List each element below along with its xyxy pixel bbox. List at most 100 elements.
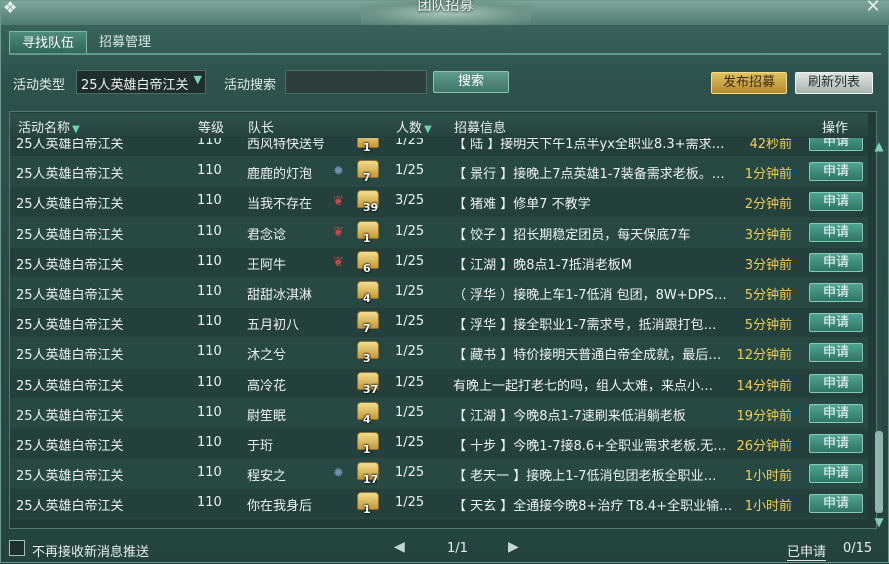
table-row[interactable]: 25人英雄白帝江关 110 西风特快送号 1 1/25 【 陆 】接明天下午1点半yx全职… — [10, 138, 868, 158]
no-push-checkbox[interactable] — [9, 540, 25, 556]
leader-badges: ✹ 17 — [333, 461, 389, 487]
leader-name: 你在我身后 — [247, 499, 313, 515]
post-time: 1小时前 — [744, 499, 792, 515]
crown-level: 4 — [363, 291, 371, 305]
tab-find-team[interactable]: 寻找队伍 — [9, 31, 88, 54]
table-rows: 25人英雄白帝江关 110 西风特快送号 1 1/25 【 陆 】接明天下午1点半yx全职… — [10, 138, 868, 520]
member-count: 1/25 — [395, 344, 425, 360]
level: 110 — [197, 465, 222, 481]
recruit-window: ❖ 团队招募 ✕ 寻找队伍 招募管理 活动类型 25人英雄白帝江关 ▼ 活动搜索… — [0, 0, 889, 563]
table-header: 活动名称 ▼ 等级 队长 人数 ▼ 招募信息 操作 — [10, 113, 868, 137]
crown-level: 17 — [363, 473, 379, 487]
crown-level: 1 — [363, 141, 371, 154]
leader-name: 于珩 — [247, 438, 274, 454]
table-row[interactable]: 25人英雄白帝江关 110 程安之 ✹ 17 1/25 【 老天一 】接晚上1-7低消包团老… — [10, 459, 868, 490]
sect-wings-icon: ❦ — [333, 224, 344, 240]
table-row[interactable]: 25人英雄白帝江关 110 沐之兮 3 1/25 【 藏书 】特价接明天普通白帝全成就，最… — [10, 338, 868, 369]
publish-recruit-button[interactable]: 发布招募 — [711, 72, 787, 94]
apply-button[interactable]: 申请 — [809, 192, 863, 212]
apply-button[interactable]: 申请 — [809, 464, 863, 484]
member-count: 1/25 — [395, 434, 425, 450]
leader-badges: 7 — [333, 310, 389, 336]
scrollbar[interactable]: ▲ ▼ — [871, 139, 887, 529]
member-count: 1/25 — [395, 404, 425, 420]
leader-badges: 37 — [333, 371, 389, 397]
post-time: 12分钟前 — [736, 348, 792, 364]
activity-name: 25人英雄白帝江关 — [16, 318, 124, 334]
table-row[interactable]: 25人英雄白帝江关 110 甜甜冰淇淋 4 1/25 （ 浮华 ）接晚上车1-7低消 包团… — [10, 277, 868, 309]
header-name[interactable]: 活动名称 ▼ — [18, 117, 80, 136]
table-row[interactable]: 25人英雄白帝江关 110 五月初八 7 1/25 【 浮华 】接全职业1-7需求号，抵消… — [10, 308, 868, 339]
table-row[interactable]: 25人英雄白帝江关 110 君念谂 ❦ 1 1/25 【 饺子 】招长期稳定团员，每天保底7… — [10, 217, 868, 248]
scroll-thumb[interactable] — [875, 431, 883, 513]
table-row[interactable]: 25人英雄白帝江关 110 鹿鹿的灯泡 ✹ 7 1/25 【 景行 】接晚上7点英雄1-7装… — [10, 157, 868, 188]
close-icon[interactable]: ✕ — [862, 0, 884, 17]
footer: 不再接收新消息推送 ◀ 1/1 ▶ 已申请 0/15 — [1, 535, 889, 564]
activity-name: 25人英雄白帝江关 — [16, 348, 124, 364]
crown-level: 3 — [363, 352, 371, 366]
apply-button[interactable]: 申请 — [809, 313, 863, 333]
post-time: 1小时前 — [744, 469, 792, 485]
level: 110 — [197, 138, 222, 148]
leader-badges: 4 — [333, 401, 389, 427]
refresh-list-button[interactable]: 刷新列表 — [795, 72, 873, 94]
apply-button[interactable]: 申请 — [809, 162, 863, 182]
crown-level: 7 — [363, 171, 371, 185]
scroll-down-icon[interactable]: ▼ — [872, 515, 886, 529]
activity-name: 25人英雄白帝江关 — [16, 257, 124, 273]
post-time: 1分钟前 — [744, 167, 792, 183]
header-count[interactable]: 人数 ▼ — [396, 117, 432, 136]
level: 110 — [197, 163, 222, 179]
table-row[interactable]: 25人英雄白帝江关 110 你在我身后 1 1/25 【 天玄 】全通接今晚8+治疗 T8… — [10, 489, 868, 520]
level: 110 — [197, 314, 222, 330]
recruit-info: 【 十步 】今晚1-7接8.6+全职业需求老板.无… — [453, 438, 727, 454]
leader-name: 王阿牛 — [247, 257, 287, 273]
member-count: 1/25 — [395, 283, 425, 299]
apply-button[interactable]: 申请 — [809, 252, 863, 272]
member-count: 1/25 — [395, 465, 425, 481]
member-count: 1/25 — [395, 223, 425, 239]
leader-name: 程安之 — [247, 469, 287, 485]
recruit-info: 【 猪难 】修单7 不教学 — [453, 197, 591, 213]
tab-recruit-manage[interactable]: 招募管理 — [87, 31, 163, 54]
table-row[interactable]: 25人英雄白帝江关 110 当我不存在 ❦ 39 3/25 【 猪难 】修单7 不教学 2分钟… — [10, 187, 868, 218]
sect-mask-icon: ✹ — [333, 164, 344, 180]
leader-name: 君念谂 — [247, 227, 287, 243]
post-time: 2分钟前 — [744, 197, 792, 213]
table-row[interactable]: 25人英雄白帝江关 110 于珩 1 1/25 【 十步 】今晚1-7接8.6+全职业需求… — [10, 428, 868, 460]
leader-name: 西风特快送号 — [247, 138, 326, 152]
search-input[interactable] — [285, 70, 427, 94]
applied-link[interactable]: 已申请 — [787, 541, 827, 561]
member-count: 3/25 — [395, 193, 425, 209]
level: 110 — [197, 374, 222, 390]
activity-name: 25人英雄白帝江关 — [16, 197, 124, 213]
title-bar: ❖ 团队招募 ✕ — [1, 0, 889, 25]
recruit-info: 【 老天一 】接晚上1-7低消包团老板全职业… — [453, 469, 717, 485]
header-action: 操作 — [822, 121, 849, 136]
window-title: 团队招募 — [417, 0, 474, 14]
scroll-up-icon[interactable]: ▲ — [872, 139, 886, 153]
activity-name: 25人英雄白帝江关 — [16, 408, 124, 424]
leader-badges: ❦ 6 — [333, 250, 389, 276]
search-button[interactable]: 搜索 — [433, 71, 509, 93]
prev-page-icon[interactable]: ◀ — [394, 539, 405, 555]
post-time: 26分钟前 — [736, 438, 792, 454]
level: 110 — [197, 495, 222, 511]
table-row[interactable]: 25人英雄白帝江关 110 王阿牛 ❦ 6 1/25 【 江湖 】晚8点1-7抵消老板M 3分… — [10, 247, 868, 278]
next-page-icon[interactable]: ▶ — [508, 539, 519, 555]
apply-button[interactable]: 申请 — [809, 282, 863, 302]
apply-button[interactable]: 申请 — [809, 494, 863, 514]
activity-type-select[interactable]: 25人英雄白帝江关 ▼ — [76, 70, 206, 94]
apply-button[interactable]: 申请 — [809, 222, 863, 242]
apply-button[interactable]: 申请 — [809, 343, 863, 363]
apply-button[interactable]: 申请 — [809, 373, 863, 393]
leader-badges: 4 — [333, 280, 389, 306]
level: 110 — [197, 404, 222, 420]
leader-badges: 1 — [333, 138, 389, 155]
apply-button[interactable]: 申请 — [809, 403, 863, 423]
table-row[interactable]: 25人英雄白帝江关 110 尉笙眠 4 1/25 【 江湖 】今晚8点1-7速刷来低消躺老… — [10, 398, 868, 429]
table-row[interactable]: 25人英雄白帝江关 110 高冷花 37 1/25 有晚上一起打老七的吗，组人太难，来点小… — [10, 368, 868, 399]
apply-button[interactable]: 申请 — [809, 138, 863, 151]
leader-badges: ✹ 7 — [333, 159, 389, 185]
apply-button[interactable]: 申请 — [809, 433, 863, 453]
